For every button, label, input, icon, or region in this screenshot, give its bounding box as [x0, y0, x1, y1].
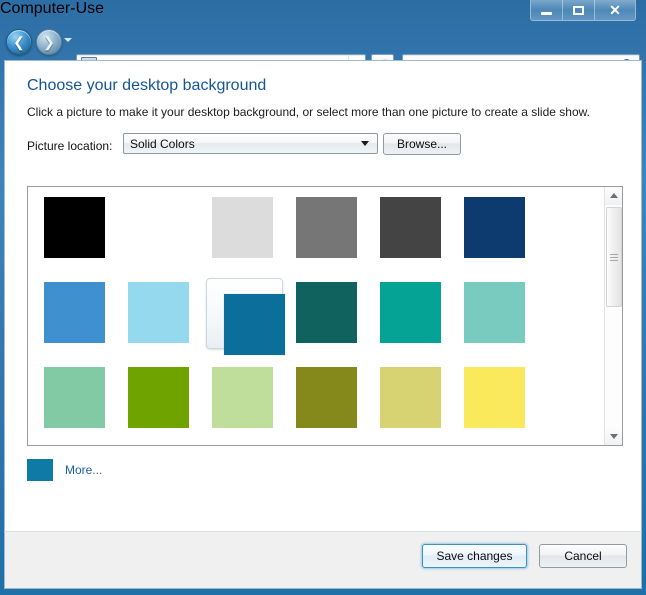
- swatch-cell-deep-teal[interactable]: [296, 282, 380, 367]
- more-row: More...: [27, 459, 102, 481]
- cancel-button[interactable]: Cancel: [539, 544, 627, 568]
- chevron-down-icon: [610, 433, 618, 439]
- swatch-cell-navy-blue[interactable]: [464, 197, 548, 282]
- swatch-black[interactable]: [44, 197, 105, 258]
- navigation-bar: ❮ ❯ « Personaliza... ▸ Desktop Backgroun…: [0, 24, 646, 76]
- maximize-icon: [573, 5, 584, 15]
- scroll-up-button[interactable]: [605, 187, 622, 205]
- footer-bar: Save changes Cancel: [4, 531, 642, 589]
- minimize-button[interactable]: [531, 0, 563, 20]
- browse-button[interactable]: Browse...: [383, 133, 461, 155]
- title-bar: ✕: [0, 0, 646, 24]
- scroll-down-button[interactable]: [605, 427, 622, 445]
- swatch-sky-blue[interactable]: [128, 282, 189, 343]
- swatch-cell-light-gray[interactable]: [212, 197, 296, 282]
- swatch-cell-white[interactable]: [128, 197, 212, 282]
- close-button[interactable]: ✕: [595, 0, 635, 20]
- swatch-row: [44, 278, 604, 367]
- swatch-turquoise[interactable]: [380, 282, 441, 343]
- swatch-cell-black[interactable]: [44, 197, 128, 282]
- more-link[interactable]: More...: [65, 463, 102, 477]
- swatch-cell-dark-olive[interactable]: [296, 367, 380, 445]
- swatch-mint-green[interactable]: [44, 367, 105, 428]
- forward-arrow-icon: ❯: [43, 34, 55, 50]
- chevron-up-icon: [610, 193, 618, 198]
- close-icon: ✕: [609, 2, 621, 18]
- swatch-row: [44, 367, 604, 445]
- swatch-navy-blue[interactable]: [464, 197, 525, 258]
- picture-location-select[interactable]: Solid Colors: [123, 133, 378, 154]
- minimize-icon: [541, 11, 552, 15]
- footer-buttons: Save changes Cancel: [422, 544, 627, 568]
- swatch-white[interactable]: [128, 197, 189, 258]
- swatch-cell-steel-blue[interactable]: [44, 282, 128, 367]
- page-title: Choose your desktop background: [27, 77, 267, 94]
- swatch-cell-turquoise[interactable]: [380, 282, 464, 367]
- swatch-cell-sky-blue[interactable]: [128, 282, 212, 367]
- swatch-cell-pale-green[interactable]: [212, 367, 296, 445]
- swatch-grid: [28, 187, 604, 445]
- more-color-preview-swatch[interactable]: [27, 459, 53, 481]
- swatch-cell-bright-yellow[interactable]: [464, 367, 548, 445]
- page-subtitle: Click a picture to make it your desktop …: [27, 105, 590, 119]
- swatch-cell-mint-green[interactable]: [44, 367, 128, 445]
- swatch-light-gray[interactable]: [212, 197, 273, 258]
- swatch-cell-khaki-yellow[interactable]: [380, 367, 464, 445]
- swatch-pale-green[interactable]: [212, 367, 273, 428]
- swatch-cell-teal-blue[interactable]: [206, 278, 296, 367]
- scrollbar-vertical[interactable]: [604, 187, 622, 445]
- swatch-olive-green[interactable]: [128, 367, 189, 428]
- swatch-cell-aqua-green[interactable]: [464, 282, 548, 367]
- scrollbar-grip-icon: [610, 252, 618, 263]
- swatch-medium-gray[interactable]: [296, 197, 357, 258]
- scrollbar-thumb[interactable]: [606, 207, 622, 307]
- back-button[interactable]: ❮: [6, 29, 32, 55]
- chevron-down-icon: [361, 141, 369, 146]
- save-changes-button[interactable]: Save changes: [422, 544, 527, 568]
- swatch-dark-olive[interactable]: [296, 367, 357, 428]
- swatch-teal-blue[interactable]: [223, 294, 285, 355]
- picture-location-label: Picture location:: [27, 139, 113, 153]
- recent-pages-chevron-down-icon[interactable]: [64, 38, 72, 42]
- swatch-khaki-yellow[interactable]: [380, 367, 441, 428]
- picture-location-value: Solid Colors: [130, 136, 195, 151]
- background-picture-list[interactable]: [27, 186, 623, 446]
- swatch-bright-yellow[interactable]: [464, 367, 525, 428]
- back-arrow-icon: ❮: [13, 34, 25, 50]
- swatch-cell-olive-green[interactable]: [128, 367, 212, 445]
- swatch-row: [44, 197, 604, 282]
- swatch-steel-blue[interactable]: [44, 282, 105, 343]
- control-panel-window: ✕ ❮ ❯ « Personaliza... ▸ Desktop Backgro…: [0, 0, 646, 595]
- swatch-deep-teal[interactable]: [296, 282, 357, 343]
- content-pane: Choose your desktop background Click a p…: [4, 60, 642, 531]
- swatch-dark-gray[interactable]: [380, 197, 441, 258]
- window-controls: ✕: [530, 0, 636, 21]
- swatch-cell-dark-gray[interactable]: [380, 197, 464, 282]
- maximize-button[interactable]: [563, 0, 595, 20]
- swatch-cell-medium-gray[interactable]: [296, 197, 380, 282]
- forward-button[interactable]: ❯: [36, 29, 62, 55]
- swatch-aqua-green[interactable]: [464, 282, 525, 343]
